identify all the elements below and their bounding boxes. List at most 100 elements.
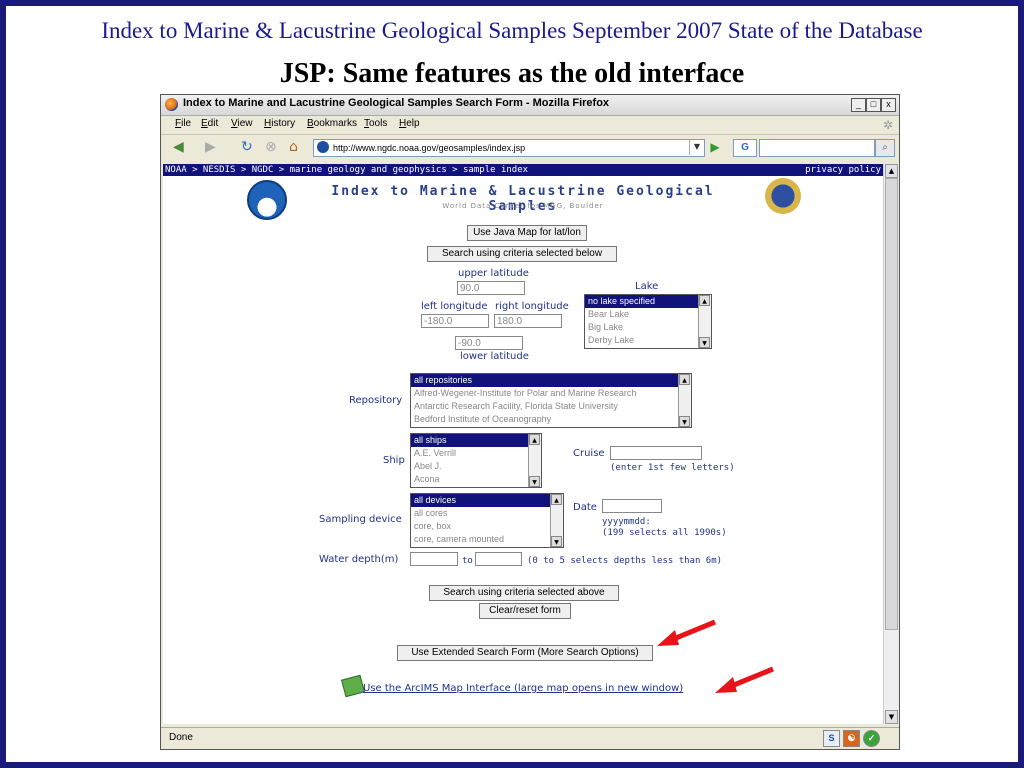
slide-title: Index to Marine & Lacustrine Geological …: [101, 18, 923, 43]
ship-label: Ship: [383, 455, 405, 466]
upper-latitude-input[interactable]: 90.0: [457, 281, 525, 295]
close-button[interactable]: x: [881, 98, 896, 112]
extended-search-button[interactable]: Use Extended Search Form (More Search Op…: [397, 645, 653, 661]
clear-reset-button[interactable]: Clear/reset form: [479, 603, 571, 619]
date-hint-format: yyyymmdd:: [602, 517, 651, 527]
scroll-up-icon[interactable]: ▲: [885, 164, 898, 178]
nsf-logo: [765, 178, 801, 214]
list-item[interactable]: Abel J.: [411, 460, 541, 473]
list-item[interactable]: all devices: [411, 494, 563, 507]
list-item[interactable]: A.E. Verrill: [411, 447, 541, 460]
list-item[interactable]: core, camera mounted: [411, 533, 563, 546]
menu-tools[interactable]: Tools: [364, 118, 387, 129]
window-title: Index to Marine and Lacustrine Geologica…: [183, 97, 610, 109]
search-above-button[interactable]: Search using criteria selected above: [429, 585, 619, 601]
menu-file[interactable]: File: [175, 118, 191, 129]
menu-bookmarks[interactable]: Bookmarks: [307, 118, 357, 129]
list-item[interactable]: all ships: [411, 434, 541, 447]
page-scrollbar[interactable]: ▲ ▼: [883, 164, 898, 724]
scroll-down-icon[interactable]: ▼: [699, 337, 710, 348]
list-item[interactable]: Derby Lake: [585, 334, 711, 347]
water-depth-min-input[interactable]: [410, 552, 458, 566]
right-longitude-label: right longitude: [495, 301, 569, 312]
list-item[interactable]: Antarctic Research Facility, Florida Sta…: [411, 400, 691, 413]
scroll-down-icon[interactable]: ▼: [551, 536, 562, 547]
upper-latitude-label: upper latitude: [458, 268, 529, 279]
menu-edit[interactable]: Edit: [201, 118, 218, 129]
menu-history[interactable]: History: [264, 118, 295, 129]
list-item[interactable]: core, box: [411, 520, 563, 533]
left-longitude-input[interactable]: -180.0: [421, 314, 489, 328]
page-content: NOAA > NESDIS > NGDC > marine geology an…: [163, 164, 883, 724]
scrollbar[interactable]: ▲ ▼: [698, 295, 711, 348]
browser-window: Index to Marine and Lacustrine Geologica…: [160, 94, 900, 750]
cruise-input[interactable]: [610, 446, 702, 460]
list-item[interactable]: Big Lake: [585, 321, 711, 334]
map-icon[interactable]: [341, 674, 365, 698]
firefox-icon: [165, 98, 178, 111]
scroll-up-icon[interactable]: ▲: [551, 494, 562, 505]
search-engine-icon[interactable]: G: [733, 139, 757, 157]
lower-latitude-label: lower latitude: [460, 351, 529, 362]
sampling-device-select[interactable]: all devices all cores core, box core, ca…: [410, 493, 564, 548]
list-item[interactable]: all cores: [411, 507, 563, 520]
list-item[interactable]: no lake specified: [585, 295, 711, 308]
list-item[interactable]: Bear Lake: [585, 308, 711, 321]
navigation-toolbar: ◀ ▶ ↻ ⊗ ⌂ http://www.ngdc.noaa.gov/geosa…: [161, 135, 899, 161]
lake-select[interactable]: no lake specified Bear Lake Big Lake Der…: [584, 294, 712, 349]
back-icon[interactable]: ◀: [173, 139, 184, 155]
search-input[interactable]: [759, 139, 875, 157]
scrollbar-thumb[interactable]: [885, 178, 898, 630]
scroll-up-icon[interactable]: ▲: [699, 295, 710, 306]
lake-label: Lake: [635, 281, 659, 292]
list-item[interactable]: Acona: [411, 473, 541, 486]
menu-view[interactable]: View: [231, 118, 253, 129]
scroll-down-icon[interactable]: ▼: [679, 416, 690, 427]
search-icon[interactable]: ⌕: [875, 139, 895, 157]
water-depth-hint: (0 to 5 selects depths less than 6m): [527, 556, 723, 566]
minimize-button[interactable]: _: [851, 98, 866, 112]
red-arrow-icon: [657, 619, 716, 646]
sampling-device-label: Sampling device: [319, 514, 402, 525]
maximize-button[interactable]: □: [866, 98, 881, 112]
list-item[interactable]: Bedford Institute of Oceanography: [411, 413, 691, 426]
scroll-down-icon[interactable]: ▼: [885, 710, 898, 724]
scroll-down-icon[interactable]: ▼: [529, 476, 540, 487]
repository-select[interactable]: all repositories Alfred-Wegener-Institut…: [410, 373, 692, 428]
right-longitude-input[interactable]: 180.0: [494, 314, 562, 328]
list-item[interactable]: all repositories: [411, 374, 691, 387]
water-depth-max-input[interactable]: [475, 552, 522, 566]
address-dropdown-icon[interactable]: ▼: [689, 139, 704, 155]
forward-icon[interactable]: ▶: [205, 139, 216, 155]
go-icon[interactable]: ▶: [708, 139, 722, 155]
cruise-hint: (enter 1st few letters): [610, 463, 735, 473]
skype-icon[interactable]: S: [823, 730, 840, 747]
date-hint-example: (199 selects all 1990s): [602, 528, 727, 538]
arcims-map-link[interactable]: Use the ArcIMS Map Interface (large map …: [363, 683, 683, 694]
scrollbar[interactable]: ▲ ▼: [678, 374, 691, 427]
lower-latitude-input[interactable]: -90.0: [455, 336, 523, 350]
scroll-up-icon[interactable]: ▲: [529, 434, 540, 445]
search-below-button[interactable]: Search using criteria selected below: [427, 246, 617, 262]
address-bar[interactable]: http://www.ngdc.noaa.gov/geosamples/inde…: [313, 139, 705, 157]
ship-select[interactable]: all ships A.E. Verrill Abel J. Acona ▲ ▼: [410, 433, 542, 488]
menu-help[interactable]: Help: [399, 118, 420, 129]
date-input[interactable]: [602, 499, 662, 513]
stop-icon[interactable]: ⊗: [265, 139, 277, 155]
menu-bar: File Edit View History Bookmarks Tools H…: [161, 116, 899, 135]
java-map-button[interactable]: Use Java Map for lat/lon: [467, 225, 587, 241]
scrollbar[interactable]: ▲ ▼: [550, 494, 563, 547]
status-text: Done: [169, 732, 193, 743]
check-icon[interactable]: ✓: [863, 730, 880, 747]
water-depth-label: Water depth(m): [319, 554, 399, 565]
home-icon[interactable]: ⌂: [289, 139, 298, 155]
scrollbar[interactable]: ▲ ▼: [528, 434, 541, 487]
list-item[interactable]: Alfred-Wegener-Institute for Polar and M…: [411, 387, 691, 400]
red-arrow-icon: [715, 666, 774, 693]
privacy-link[interactable]: privacy policy: [805, 164, 881, 176]
breadcrumb-text[interactable]: NOAA > NESDIS > NGDC > marine geology an…: [165, 164, 528, 176]
firefox-addon-icon[interactable]: ☯: [843, 730, 860, 747]
cruise-label: Cruise: [573, 448, 605, 459]
scroll-up-icon[interactable]: ▲: [679, 374, 690, 385]
reload-icon[interactable]: ↻: [241, 139, 253, 155]
